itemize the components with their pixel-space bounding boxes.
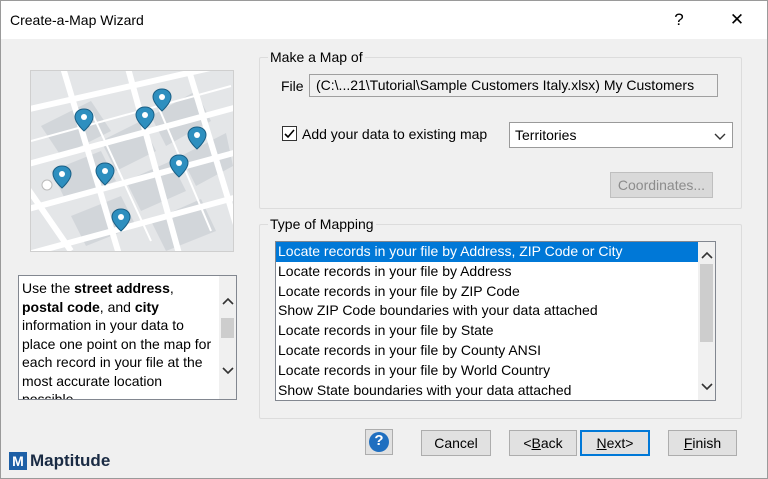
next-button[interactable]: Next> — [580, 430, 650, 456]
list-item[interactable]: Show State boundaries with your data att… — [276, 381, 715, 400]
checkmark-icon — [284, 129, 295, 139]
list-item[interactable]: Locate records in your file by County AN… — [276, 341, 715, 361]
finish-button[interactable]: Finish — [668, 430, 737, 456]
list-item[interactable]: Locate records in your file by Address — [276, 262, 715, 282]
back-button[interactable]: < Back — [509, 430, 577, 456]
coordinates-button[interactable]: Coordinates... — [610, 172, 713, 198]
maptitude-logo: M Maptitude — [9, 451, 110, 471]
scroll-up-icon[interactable] — [698, 246, 715, 263]
existing-map-value: Territories — [515, 127, 577, 143]
map-illustration — [30, 70, 234, 252]
window-title: Create-a-Map Wizard — [10, 12, 144, 28]
help-button[interactable]: ? — [365, 429, 393, 455]
type-of-mapping-legend: Type of Mapping — [268, 216, 376, 232]
chevron-down-icon — [714, 129, 726, 145]
wizard-window: Create-a-Map Wizard ? ✕ Use the street a… — [0, 0, 768, 479]
question-mark-icon: ? — [674, 10, 684, 29]
make-map-legend: Make a Map of — [268, 49, 365, 65]
cancel-button[interactable]: Cancel — [421, 430, 491, 456]
mapping-type-list[interactable]: Locate records in your file by Address, … — [275, 241, 716, 401]
street-map-image — [31, 71, 233, 251]
description-text: Use the street address, postal code, and… — [22, 280, 212, 400]
scroll-down-icon[interactable] — [219, 362, 236, 379]
scroll-thumb[interactable] — [700, 264, 713, 342]
file-label: File — [281, 78, 304, 94]
maptitude-logo-icon: M — [9, 452, 27, 470]
scroll-down-icon[interactable] — [698, 378, 715, 395]
title-bar: Create-a-Map Wizard ? ✕ — [1, 1, 767, 39]
scroll-up-icon[interactable] — [219, 292, 236, 309]
list-item[interactable]: Show ZIP Code boundaries with your data … — [276, 301, 715, 321]
mapping-list-scrollbar[interactable] — [698, 242, 715, 400]
add-to-existing-checkbox[interactable] — [282, 126, 297, 141]
maptitude-logo-text: Maptitude — [30, 451, 111, 470]
list-item[interactable]: Locate records in your file by Address, … — [276, 242, 715, 262]
scroll-thumb[interactable] — [221, 318, 234, 338]
list-item[interactable]: Locate records in your file by State — [276, 321, 715, 341]
close-button[interactable]: ✕ — [717, 7, 757, 33]
list-item[interactable]: Locate records in your file by World Cou… — [276, 361, 715, 381]
description-box[interactable]: Use the street address, postal code, and… — [18, 275, 237, 400]
description-scrollbar[interactable] — [219, 276, 236, 399]
file-field: (C:\...21\Tutorial\Sample Customers Ital… — [309, 74, 718, 97]
add-to-existing-label[interactable]: Add your data to existing map — [302, 126, 487, 142]
help-title-button[interactable]: ? — [659, 7, 699, 33]
list-item[interactable]: Locate records in your file by ZIP Code — [276, 282, 715, 302]
close-icon: ✕ — [729, 10, 745, 29]
existing-map-select[interactable]: Territories — [509, 122, 733, 148]
